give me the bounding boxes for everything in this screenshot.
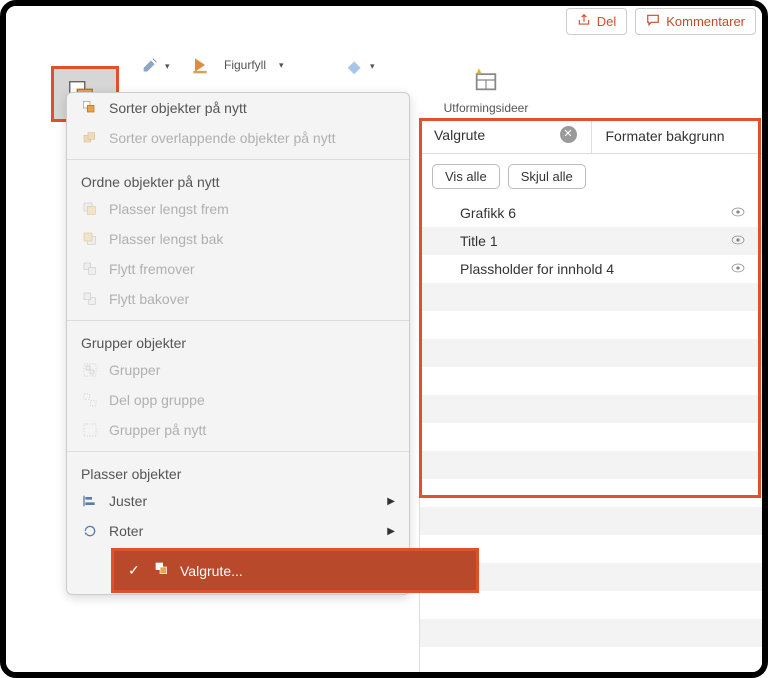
tab-label: Valgrute (434, 127, 485, 143)
show-all-button[interactable]: Vis alle (432, 164, 500, 189)
button-label: Skjul alle (521, 169, 573, 184)
align-icon (81, 492, 99, 510)
list-item[interactable]: Title 1 (420, 227, 762, 255)
menu-label: Del opp gruppe (109, 392, 205, 408)
menu-label: Valgrute... (180, 563, 243, 579)
check-icon: ✓ (128, 562, 144, 579)
menu-send-backward: Flytt bakover (67, 284, 409, 314)
tab-format-background[interactable]: Formater bakgrunn (591, 118, 763, 153)
menu-section-group: Grupper objekter (67, 327, 409, 355)
menu-label: Roter (109, 523, 143, 539)
menu-rotate[interactable]: Roter ▶ (67, 516, 409, 546)
menu-bring-front: Plasser lengst frem (67, 194, 409, 224)
close-icon[interactable]: ✕ (560, 126, 577, 143)
share-icon (577, 13, 591, 30)
list-item[interactable]: Plassholder for innhold 4 (420, 255, 762, 283)
highlight-frame: ✓ Valgrute... (111, 548, 479, 593)
selection-pane-icon (154, 561, 170, 580)
shape-fill-button[interactable] (186, 51, 214, 79)
bring-front-icon (81, 200, 99, 218)
list-item (420, 339, 762, 367)
list-item (420, 367, 762, 395)
chevron-down-icon: ▾ (370, 61, 375, 72)
list-item (420, 507, 762, 535)
rotate-icon (81, 522, 99, 540)
comments-button[interactable]: Kommentarer (635, 8, 756, 35)
object-name: Title 1 (460, 233, 498, 249)
visibility-toggle-icon[interactable] (730, 232, 746, 251)
list-item (420, 283, 762, 311)
menu-label: Grupper (109, 362, 160, 378)
chevron-down-icon: ▾ (165, 61, 170, 72)
button-label: Vis alle (445, 169, 487, 184)
group-icon (81, 361, 99, 379)
submenu-arrow-icon: ▶ (387, 526, 395, 537)
menu-label: Grupper på nytt (109, 422, 206, 438)
bring-forward-icon (81, 260, 99, 278)
menu-section-place: Plasser objekter (67, 458, 409, 486)
object-name: Grafikk 6 (460, 205, 516, 221)
menu-label: Flytt bakover (109, 291, 189, 307)
menu-sort-overlapping: Sorter overlappende objekter på nytt (67, 123, 409, 153)
ungroup-icon (81, 391, 99, 409)
hide-all-button[interactable]: Skjul alle (508, 164, 586, 189)
menu-regroup: Grupper på nytt (67, 415, 409, 445)
reorder-overlap-icon (81, 129, 99, 147)
reorder-icon (81, 99, 99, 117)
chevron-down-icon: ▾ (279, 60, 284, 71)
design-ideas-icon (472, 66, 500, 94)
list-item (420, 479, 762, 507)
menu-label: Sorter objekter på nytt (109, 100, 247, 116)
arrange-dropdown: Sorter objekter på nytt Sorter overlappe… (66, 92, 410, 595)
list-item[interactable]: Grafikk 6 (420, 199, 762, 227)
list-item (420, 395, 762, 423)
menu-align[interactable]: Juster ▶ (67, 486, 409, 516)
menu-section-arrange: Ordne objekter på nytt (67, 166, 409, 194)
list-item (420, 619, 762, 647)
send-backward-icon (81, 290, 99, 308)
list-item (420, 423, 762, 451)
list-item (420, 311, 762, 339)
comment-icon (646, 13, 660, 30)
list-item (420, 591, 762, 619)
visibility-toggle-icon[interactable] (730, 260, 746, 279)
menu-label: Juster (109, 493, 147, 509)
submenu-arrow-icon: ▶ (387, 496, 395, 507)
share-button[interactable]: Del (566, 8, 628, 35)
menu-label: Plasser lengst bak (109, 231, 223, 247)
menu-selection-pane[interactable]: ✓ Valgrute... (114, 551, 476, 590)
extra-tool-button[interactable]: ▾ (341, 51, 379, 81)
menu-send-back: Plasser lengst bak (67, 224, 409, 254)
menu-label: Plasser lengst frem (109, 201, 229, 217)
comments-label: Kommentarer (666, 14, 745, 29)
visibility-toggle-icon[interactable] (730, 204, 746, 223)
design-ideas-button[interactable]: Utformingsideer (436, 66, 536, 115)
menu-sort-objects[interactable]: Sorter objekter på nytt (67, 93, 409, 123)
design-ideas-label: Utformingsideer (436, 101, 536, 115)
list-item (420, 451, 762, 479)
tab-selection-pane[interactable]: Valgrute ✕ (420, 118, 591, 153)
menu-group: Grupper (67, 355, 409, 385)
menu-label: Flytt fremover (109, 261, 195, 277)
menu-ungroup: Del opp gruppe (67, 385, 409, 415)
object-name: Plassholder for innhold 4 (460, 261, 614, 277)
share-label: Del (597, 14, 617, 29)
menu-bring-forward: Flytt fremover (67, 254, 409, 284)
send-back-icon (81, 230, 99, 248)
regroup-icon (81, 421, 99, 439)
format-painter-button[interactable]: ▾ (136, 51, 174, 81)
tab-label: Formater bakgrunn (606, 128, 725, 144)
shape-fill-label: Figurfyll (224, 58, 266, 72)
menu-label: Sorter overlappende objekter på nytt (109, 130, 335, 146)
